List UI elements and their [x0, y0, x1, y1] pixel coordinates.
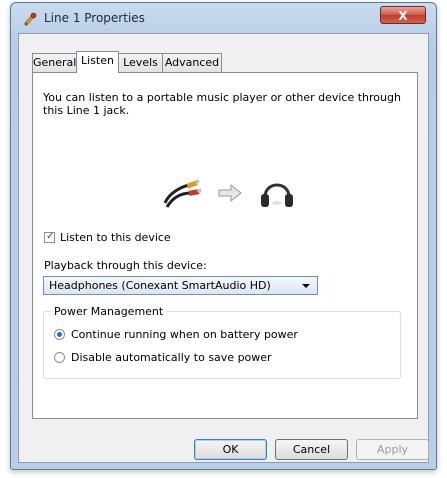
cancel-button[interactable]: Cancel — [275, 439, 348, 460]
title-bar[interactable]: Line 1 Properties X — [11, 3, 436, 33]
listen-description: You can listen to a portable music playe… — [43, 91, 401, 117]
ok-button[interactable]: OK — [194, 439, 267, 460]
right-arrow-icon — [218, 183, 242, 203]
headphones-icon — [261, 183, 293, 207]
window-title: Line 1 Properties — [44, 11, 145, 25]
radio-button[interactable] — [54, 352, 65, 363]
tab-advanced[interactable]: Advanced — [162, 53, 222, 72]
playback-label: Playback through this device: — [44, 259, 207, 272]
tab-general[interactable]: General — [32, 53, 77, 72]
speaker-properties-icon — [22, 11, 38, 27]
power-management-group: Power Management Continue running when o… — [43, 305, 401, 379]
playback-device-select[interactable]: Headphones (Conexant SmartAudio HD) — [43, 276, 318, 295]
close-button[interactable]: X — [380, 6, 426, 24]
tab-levels[interactable]: Levels — [118, 53, 163, 72]
radio-button-selected[interactable] — [54, 329, 65, 340]
playback-device-value: Headphones (Conexant SmartAudio HD) — [49, 279, 271, 292]
listen-checkbox-label: Listen to this device — [60, 231, 171, 244]
radio-disable-label: Disable automatically to save power — [71, 351, 272, 364]
check-icon: ✓ — [46, 231, 55, 242]
chevron-down-icon — [302, 284, 310, 288]
radio-continue-running[interactable]: Continue running when on battery power — [54, 328, 298, 341]
dialog-body: General Listen Levels Advanced You can l… — [18, 33, 429, 463]
radio-disable-automatically[interactable]: Disable automatically to save power — [54, 351, 272, 364]
listen-tab-panel: You can listen to a portable music playe… — [32, 72, 418, 419]
apply-button[interactable]: Apply — [356, 439, 429, 460]
listen-diagram — [151, 173, 301, 213]
audio-cable-icon — [163, 179, 202, 208]
radio-continue-label: Continue running when on battery power — [71, 328, 298, 341]
tab-listen[interactable]: Listen — [76, 51, 119, 73]
listen-checkbox-row[interactable]: ✓ Listen to this device — [44, 231, 171, 244]
properties-dialog: Line 1 Properties X General Listen Level… — [10, 2, 437, 470]
power-management-title: Power Management — [51, 305, 167, 318]
listen-checkbox[interactable]: ✓ — [44, 231, 55, 243]
